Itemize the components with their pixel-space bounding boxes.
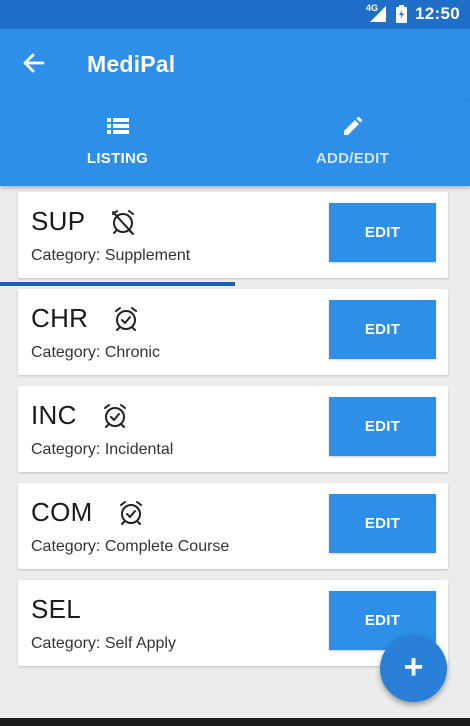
app-title: MediPal (87, 51, 176, 77)
signal-icon: 4G (366, 3, 388, 23)
tab-listing[interactable]: LISTING (0, 100, 235, 186)
item-code: SUP (31, 206, 86, 236)
status-icons: 4G 12:50 (366, 3, 460, 24)
card-title-row: INC (31, 400, 129, 431)
list-item: SUP Category: Supplement EDIT (18, 192, 448, 278)
add-fab-button[interactable]: + (380, 635, 447, 702)
alarm-off-icon (109, 208, 137, 236)
arrow-left-icon (23, 53, 45, 78)
network-type: 4G (366, 3, 379, 13)
item-code: COM (31, 497, 93, 527)
status-bar: 4G 12:50 (0, 0, 470, 29)
app-bar: MediPal (0, 29, 470, 100)
pencil-icon (340, 114, 366, 138)
edit-button[interactable]: EDIT (329, 300, 436, 359)
item-code: INC (31, 400, 77, 430)
medication-list: SUP Category: Supplement EDIT CHR Catego… (18, 192, 448, 677)
item-category: Category: Self Apply (31, 635, 176, 652)
tab-add-edit[interactable]: ADD/EDIT (235, 100, 470, 186)
bottom-edge (0, 718, 470, 726)
list-item: COM Category: Complete Course EDIT (18, 483, 448, 569)
alarm-check-icon (117, 499, 145, 527)
edit-button[interactable]: EDIT (329, 494, 436, 553)
card-title-row: SEL (31, 594, 81, 625)
tab-add-edit-label: ADD/EDIT (315, 150, 390, 167)
list-item: CHR Category: Chronic EDIT (18, 289, 448, 375)
item-category: Category: Complete Course (31, 538, 230, 555)
tab-listing-label: LISTING (86, 150, 149, 167)
card-title-row: SUP (31, 206, 137, 237)
item-category: Category: Incidental (31, 441, 174, 458)
alarm-check-icon (101, 402, 129, 430)
battery-icon (396, 5, 408, 23)
item-category: Category: Supplement (31, 247, 191, 264)
edit-button[interactable]: EDIT (329, 397, 436, 456)
list-icon (105, 114, 131, 138)
item-category: Category: Chronic (31, 344, 160, 361)
alarm-check-icon (112, 305, 140, 333)
tab-bar: LISTING ADD/EDIT (0, 100, 470, 286)
status-time: 12:50 (415, 4, 460, 23)
edit-button[interactable]: EDIT (329, 203, 436, 262)
list-item: INC Category: Incidental EDIT (18, 386, 448, 472)
item-code: SEL (31, 594, 82, 624)
item-code: CHR (31, 303, 89, 333)
back-button[interactable] (18, 49, 50, 81)
card-title-row: CHR (31, 303, 140, 334)
plus-icon: + (403, 648, 424, 686)
card-title-row: COM (31, 497, 145, 528)
